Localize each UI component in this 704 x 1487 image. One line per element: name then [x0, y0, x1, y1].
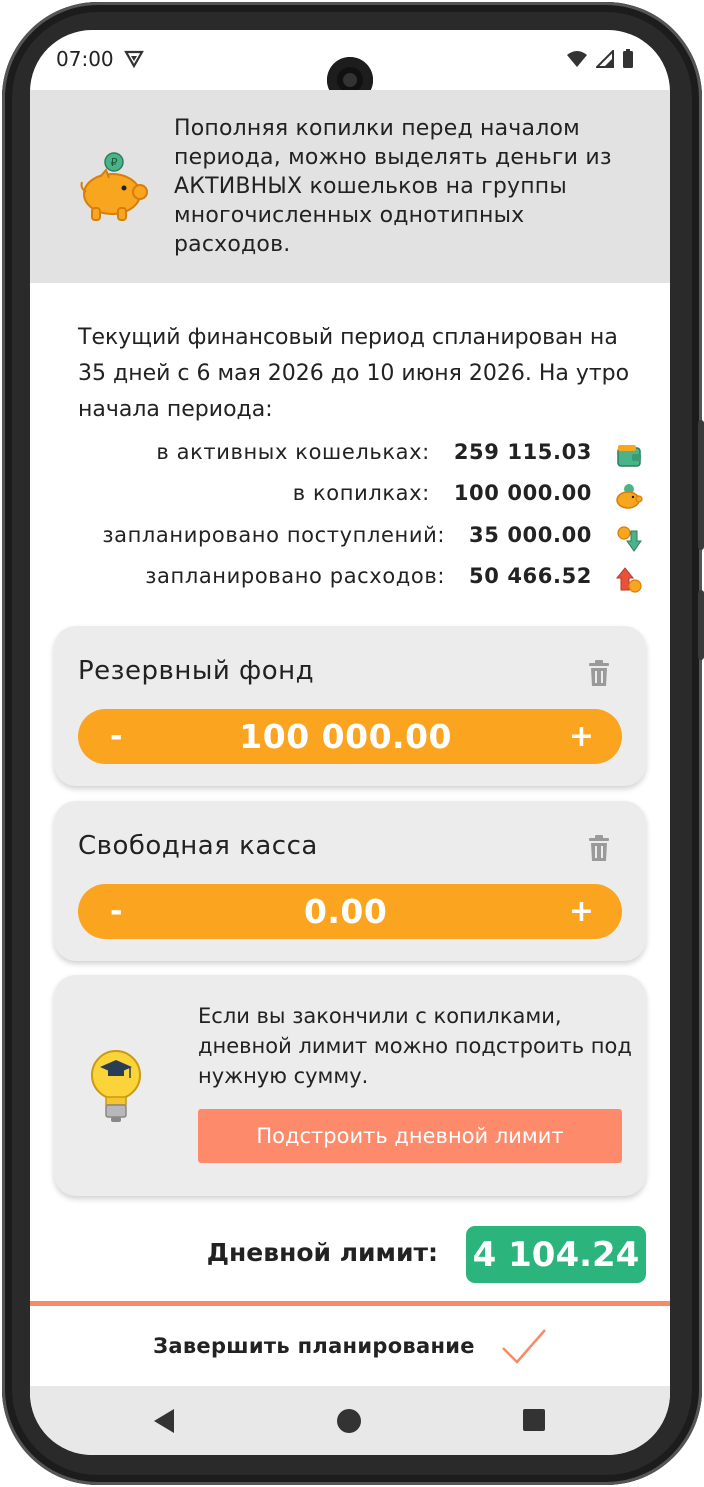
banner-text: Пополняя копилки перед началом периода, … — [174, 116, 612, 257]
increase-button[interactable]: + — [569, 719, 594, 754]
daily-limit-label: Дневной лимит: — [206, 1238, 438, 1267]
tip-card: Если вы закончили с копилками, дневной л… — [54, 975, 646, 1196]
trash-icon[interactable] — [588, 835, 610, 861]
increase-button[interactable]: + — [569, 894, 594, 929]
amount-stepper: - 0.00 + — [78, 884, 622, 939]
stat-row-piggy: в копилках: 100 000.00 — [293, 481, 592, 505]
expense-arrow-icon — [615, 567, 642, 593]
stat-value: 50 466.52 — [469, 564, 592, 588]
info-banner: ₽ Пополняя копилки перед началом периода… — [30, 90, 670, 283]
daily-limit-value: 4 104.24 — [466, 1226, 646, 1283]
stat-row-income: запланировано поступлений: 35 000.00 — [102, 523, 592, 547]
piggy-bank-icon: ₽ — [80, 151, 148, 221]
daily-limit-row: Дневной лимит: 4 104.24 — [30, 1226, 670, 1284]
status-time: 07:00 — [56, 47, 114, 71]
decrease-button[interactable]: - — [110, 894, 122, 929]
stat-value: 35 000.00 — [469, 523, 592, 547]
stat-label: в копилках: — [292, 481, 430, 505]
wallet-icon — [617, 445, 641, 467]
stat-row-wallets: в активных кошельках: 259 115.03 — [156, 440, 592, 464]
stat-value: 259 115.03 — [453, 440, 592, 464]
fund-amount[interactable]: 0.00 — [304, 892, 387, 931]
fund-title: Резервный фонд — [78, 656, 315, 686]
recents-icon[interactable] — [522, 1408, 546, 1432]
period-description: Текущий финансовый период спланирован на… — [78, 325, 630, 422]
decrease-button[interactable]: - — [110, 719, 122, 754]
lightbulb-icon — [91, 1050, 141, 1122]
fund-card-reserve: Резервный фонд - 100 000.00 + — [54, 626, 646, 786]
fund-card-free-cash: Свободная касса - 0.00 + — [54, 801, 646, 961]
stat-value: 100 000.00 — [453, 481, 592, 505]
adjust-daily-limit-button[interactable]: Подстроить дневной лимит — [198, 1109, 622, 1163]
fund-amount[interactable]: 100 000.00 — [239, 717, 452, 756]
finish-planning-label: Завершить планирование — [153, 1334, 475, 1358]
stat-row-expenses: запланировано расходов: 50 466.52 — [145, 564, 592, 588]
power-button — [698, 590, 704, 660]
signal-icon — [596, 50, 614, 68]
stat-label: запланировано расходов: — [145, 564, 446, 588]
stat-label: запланировано поступлений: — [102, 523, 446, 547]
stat-label: в активных кошельках: — [156, 440, 430, 464]
wifi-icon — [567, 51, 587, 67]
amount-stepper: - 100 000.00 + — [78, 709, 622, 764]
checkmark-icon — [501, 1329, 546, 1364]
screen: 07:00 ₽ Пополняя копилки перед началом п… — [30, 30, 670, 1455]
vpn-icon — [123, 50, 144, 68]
finish-planning-button[interactable]: Завершить планирование — [30, 1306, 670, 1386]
income-arrow-icon — [617, 526, 642, 552]
home-icon[interactable] — [336, 1408, 362, 1434]
fund-title: Свободная касса — [78, 831, 318, 861]
volume-button — [698, 420, 704, 550]
battery-icon — [623, 49, 633, 68]
back-icon[interactable] — [152, 1408, 176, 1434]
piggy-bank-icon — [616, 484, 643, 509]
system-navigation-bar — [30, 1386, 670, 1455]
svg-text:₽: ₽ — [111, 156, 118, 169]
tip-text: Если вы закончили с копилками, дневной л… — [198, 1004, 632, 1088]
trash-icon[interactable] — [588, 660, 610, 686]
